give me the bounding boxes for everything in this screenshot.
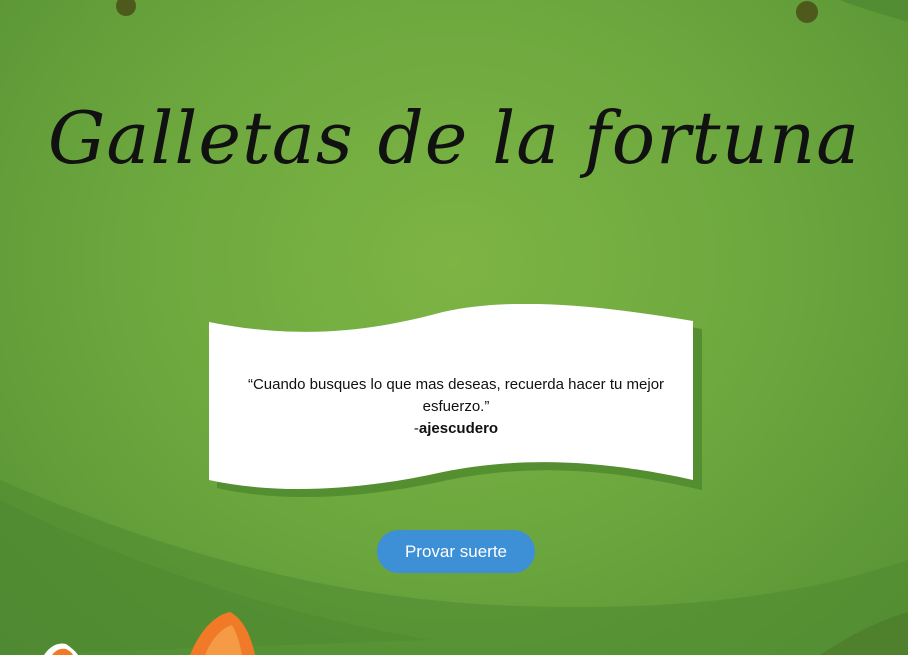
try-luck-button[interactable]: Provar suerte [377, 530, 535, 573]
fortune-quote-box: “Cuando busques lo que mas deseas, recue… [238, 374, 674, 440]
seed-dot-icon [116, 0, 136, 16]
fortune-paper: “Cuando busques lo que mas deseas, recue… [208, 304, 702, 504]
fortune-quote: “Cuando busques lo que mas deseas, recue… [247, 376, 665, 415]
seed-dot-icon [796, 1, 818, 23]
page-title: Galletas de la fortuna [47, 96, 861, 180]
fortune-author: ajescudero [418, 420, 499, 437]
fortune-author-line: -ajescudero [238, 418, 674, 440]
